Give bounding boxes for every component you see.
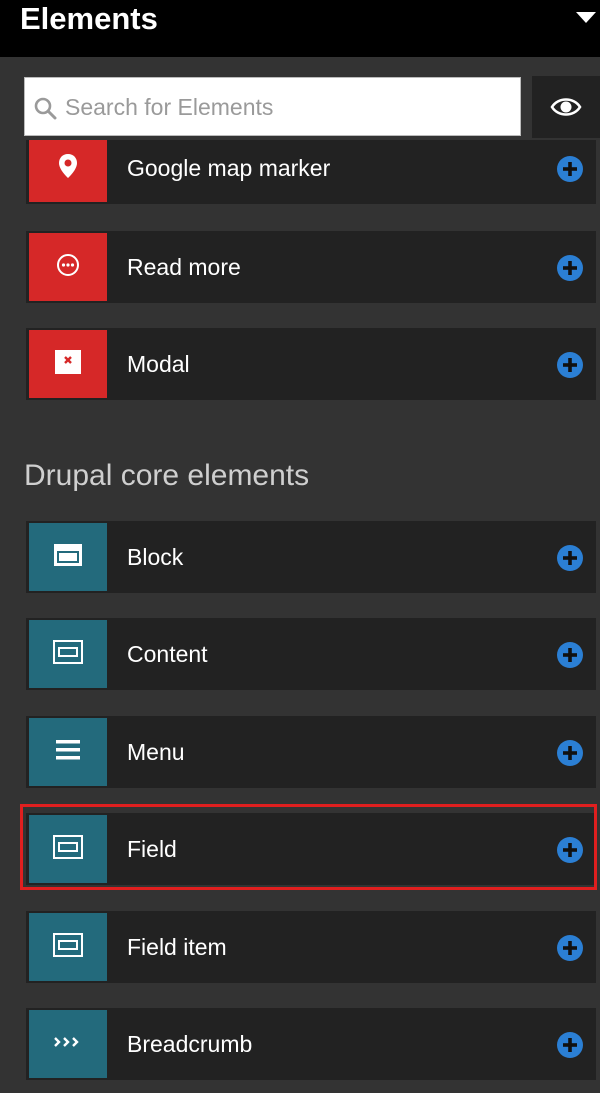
panel-title: Elements [20,1,158,36]
element-label: Block [127,544,184,570]
element-label: Modal [127,351,190,377]
element-read-more[interactable]: Read more [26,231,596,303]
element-icon-tile [29,1010,107,1078]
add-element-plus-icon[interactable] [556,1031,584,1059]
add-element-plus-icon[interactable] [556,934,584,962]
breadcrumb-icon [53,1035,83,1053]
element-icon-tile [29,913,107,981]
element-field-item[interactable]: Field item [26,911,596,983]
add-element-plus-icon[interactable] [556,641,584,669]
field-item-icon [53,932,83,962]
element-icon-tile [29,718,107,786]
element-icon-tile [29,330,107,398]
element-google-map-marker[interactable]: Google map marker [26,140,596,204]
block-icon [54,543,82,571]
element-block[interactable]: Block [26,521,596,593]
element-icon-tile [29,620,107,688]
element-label: Field item [127,934,227,960]
collapse-caret-icon[interactable] [576,12,596,23]
elements-list: Google map marker Read more Modal Block … [0,140,600,1093]
element-content[interactable]: Content [26,618,596,690]
element-label: Content [127,641,208,667]
element-icon-tile [29,140,107,202]
highlight-box [20,804,597,890]
panel-header: Elements [0,0,600,57]
element-icon-tile [29,233,107,301]
element-label: Menu [127,739,185,765]
element-icon-tile [29,523,107,591]
content-icon [53,639,83,669]
modal-close-icon [55,349,81,379]
element-label: Breadcrumb [127,1031,253,1057]
add-element-plus-icon[interactable] [556,544,584,572]
element-menu[interactable]: Menu [26,716,596,788]
element-breadcrumb[interactable]: Breadcrumb [26,1008,596,1080]
search-box [24,77,521,136]
element-label: Google map marker [127,155,331,181]
search-input[interactable] [65,88,505,126]
search-icon [33,96,57,120]
section-heading-drupal-core: Drupal core elements [24,459,310,492]
ellipsis-circle-icon [56,253,80,282]
add-element-plus-icon[interactable] [556,351,584,379]
add-element-plus-icon[interactable] [556,739,584,767]
preview-toggle-button[interactable] [532,76,600,138]
add-element-plus-icon[interactable] [556,254,584,282]
element-label: Read more [127,254,241,280]
hamburger-menu-icon [55,739,81,766]
element-modal[interactable]: Modal [26,328,596,400]
add-element-plus-icon[interactable] [556,155,584,183]
map-marker-icon [58,153,78,184]
